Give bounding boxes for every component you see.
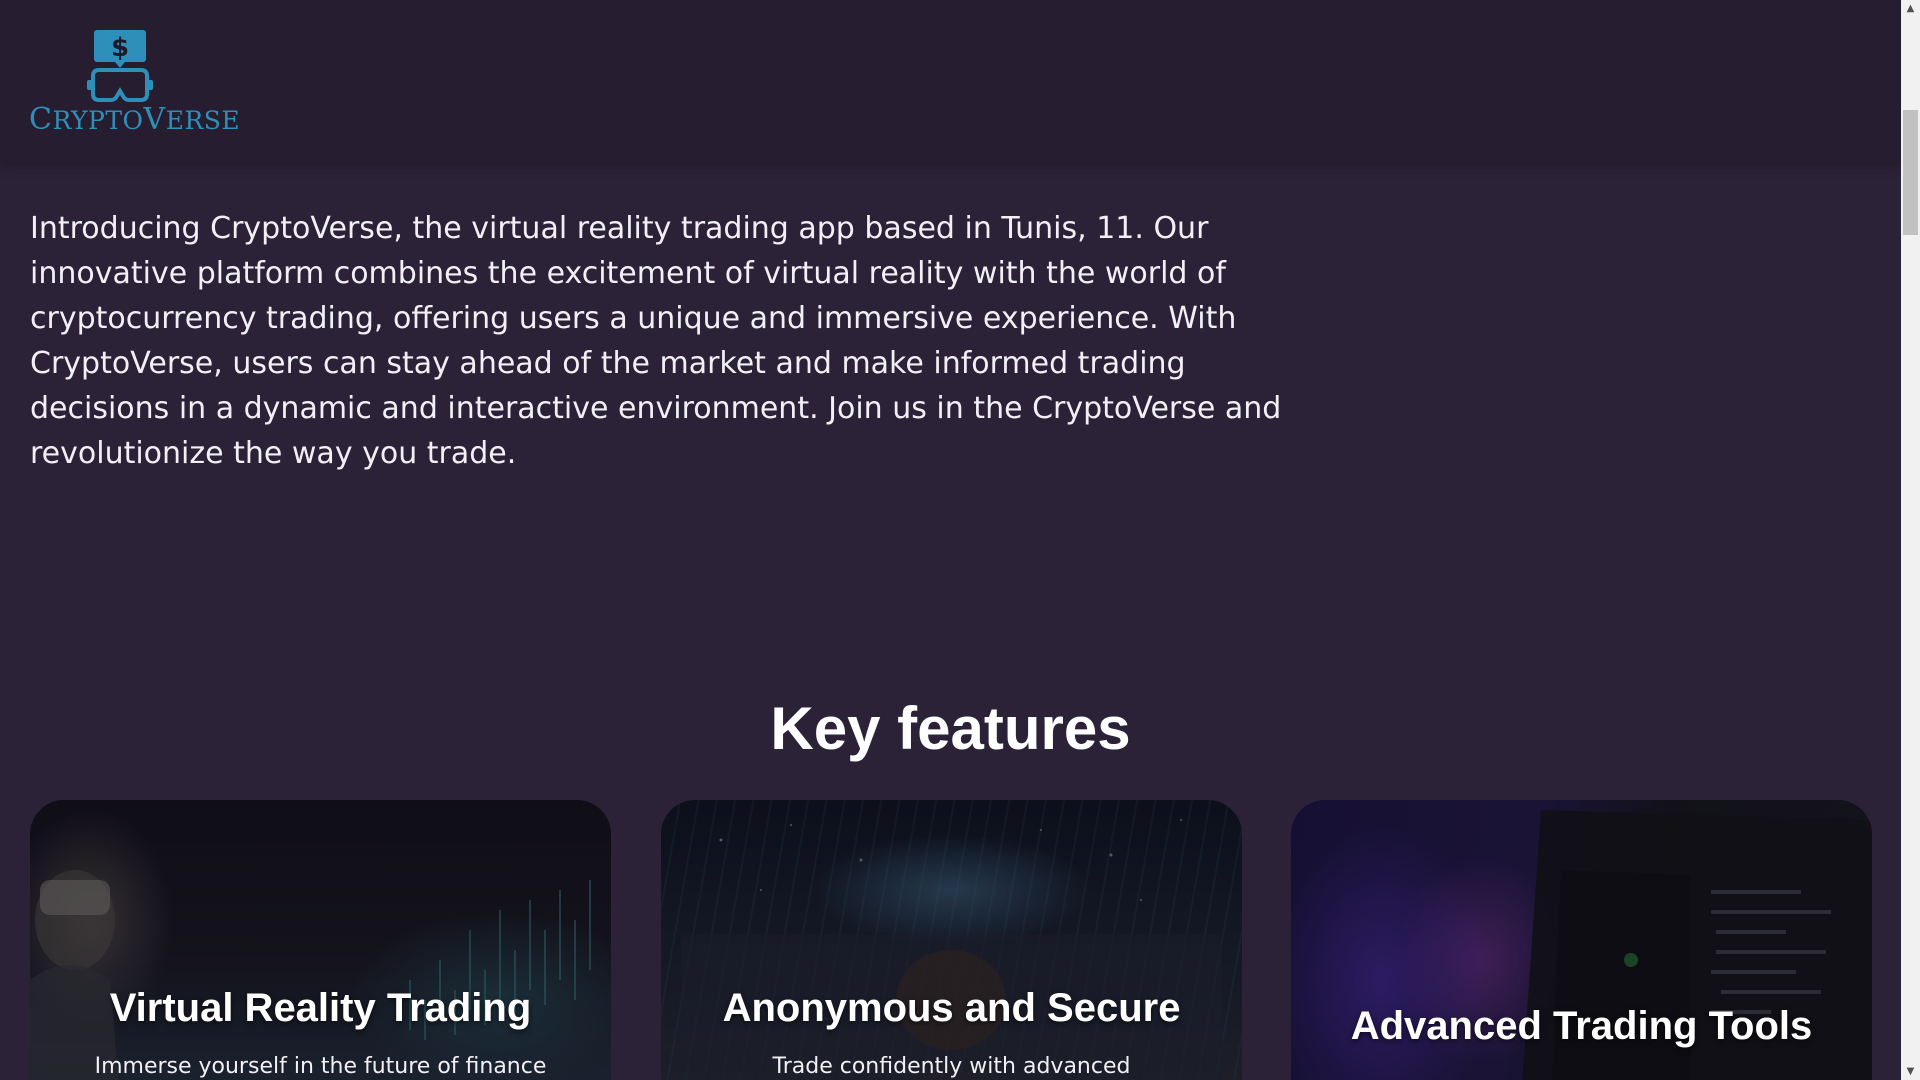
feature-card-title: Advanced Trading Tools xyxy=(1350,1004,1813,1048)
vertical-scrollbar[interactable]: ▲ ▼ xyxy=(1901,0,1920,1080)
feature-card-advanced-tools[interactable]: Advanced Trading Tools xyxy=(1291,800,1872,1080)
feature-card-vr-trading[interactable]: Virtual Reality Trading Immerse yourself… xyxy=(30,800,611,1080)
card-overlay xyxy=(30,800,611,1080)
site-header: $ CRYPTOVERSE xyxy=(0,0,1901,162)
dollar-vr-headset-icon: $ xyxy=(87,30,153,102)
scroll-down-arrow-icon[interactable]: ▼ xyxy=(1901,1063,1920,1080)
features-heading: Key features xyxy=(770,695,1131,762)
feature-card-title: Anonymous and Secure xyxy=(722,986,1181,1030)
scrollbar-thumb[interactable] xyxy=(1903,110,1918,235)
svg-text:$: $ xyxy=(111,33,129,63)
feature-card-anonymous-secure[interactable]: Anonymous and Secure Trade confidently w… xyxy=(661,800,1242,1080)
logo-link[interactable]: $ CRYPTOVERSE xyxy=(29,28,240,137)
feature-card-description: Immerse yourself in the future of financ… xyxy=(94,1054,547,1079)
intro-paragraph: Introducing CryptoVerse, the virtual rea… xyxy=(30,211,1282,471)
browser-viewport: $ CRYPTOVERSE Introducing CryptoVerse, t… xyxy=(0,0,1920,1080)
logo-letter-v: V xyxy=(143,102,166,137)
logo-letters-erse: ERSE xyxy=(165,106,241,135)
feature-card-description: Trade confidently with advanced xyxy=(772,1054,1131,1079)
logo-wordmark: CRYPTOVERSE xyxy=(29,102,240,137)
card-overlay xyxy=(661,800,1242,1080)
scroll-up-arrow-icon[interactable]: ▲ xyxy=(1901,0,1920,17)
feature-card-title: Virtual Reality Trading xyxy=(109,986,532,1030)
page: $ CRYPTOVERSE Introducing CryptoVerse, t… xyxy=(0,0,1901,1080)
logo-letter-c: C xyxy=(29,102,53,137)
logo-letters-rypto: RYPTO xyxy=(52,106,144,135)
